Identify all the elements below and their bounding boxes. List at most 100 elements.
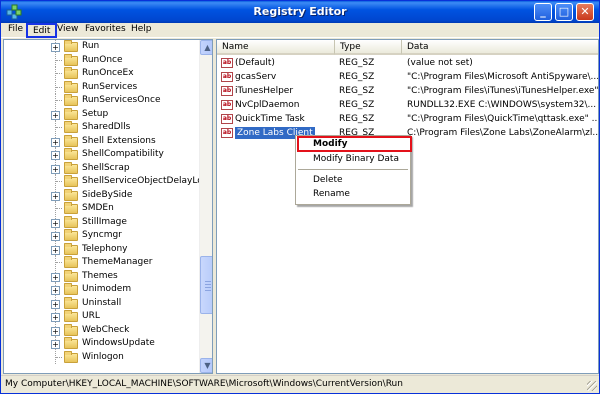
status-path: My Computer\HKEY_LOCAL_MACHINE\SOFTWARE\…	[5, 379, 403, 389]
tree-item-label: Themes	[82, 270, 118, 281]
tree-item[interactable]: + URL	[4, 310, 202, 323]
tree-item[interactable]: + WebCheck	[4, 323, 202, 337]
string-value-icon: ab	[221, 58, 233, 68]
tree-item-label: SMDEn	[82, 203, 114, 213]
value-type: REG_SZ	[339, 100, 375, 110]
expand-plus-icon[interactable]: +	[51, 286, 60, 295]
column-header-type[interactable]: Type	[335, 40, 402, 55]
status-bar: My Computer\HKEY_LOCAL_MACHINE\SOFTWARE\…	[1, 375, 599, 393]
scroll-down-arrow-icon[interactable]: ▼	[200, 358, 212, 373]
tree-item[interactable]: + Unimodem	[4, 283, 202, 296]
title-bar[interactable]: Registry Editor _ □ ✕	[1, 1, 599, 23]
expand-plus-icon[interactable]: +	[51, 232, 60, 241]
expand-plus-icon[interactable]: +	[51, 43, 60, 52]
column-header-data[interactable]: Data	[402, 40, 598, 55]
tree-item[interactable]: RunServicesOnce	[4, 94, 202, 107]
tree-item[interactable]: + StillImage	[4, 215, 202, 229]
tree-item-label: RunOnce	[82, 54, 123, 65]
resize-grip-icon[interactable]	[587, 381, 597, 391]
tree-line	[56, 59, 62, 61]
menu-favorites[interactable]: Favorites	[80, 23, 131, 38]
value-row[interactable]: ab (Default) REG_SZ (value not set)	[217, 57, 598, 69]
expand-plus-icon[interactable]: +	[51, 272, 60, 282]
folder-icon	[64, 310, 78, 322]
values-list-pane[interactable]: Name Type Data ab (Default) REG_SZ (value n…	[216, 39, 599, 374]
tree-item[interactable]: ShellServiceObjectDelayLoad	[4, 175, 212, 188]
tree-item-label: StillImage	[82, 216, 127, 227]
folder-icon	[64, 161, 78, 174]
value-row[interactable]: ab NvCplDaemon REG_SZ RUNDLL32.EXE C:\WINDO…	[217, 99, 598, 111]
value-row[interactable]: ab iTunesHelper REG_SZ "C:\Program Files\iT…	[217, 85, 598, 97]
expand-plus-icon[interactable]: +	[51, 313, 60, 322]
column-header-name[interactable]: Name	[217, 40, 335, 55]
tree-item[interactable]: + Shell Extensions	[4, 134, 202, 148]
menu-view[interactable]: View	[52, 23, 83, 38]
tree-item[interactable]: + Themes	[4, 269, 202, 283]
folder-icon	[64, 215, 78, 228]
expand-plus-icon[interactable]: +	[51, 326, 60, 336]
value-name: (Default)	[235, 58, 275, 68]
tree-item[interactable]: SMDEn	[4, 202, 202, 215]
context-menu-modify-binary-data[interactable]: Modify Binary Data	[296, 153, 410, 165]
tree-item[interactable]: RunServices	[4, 80, 202, 94]
tree-item-label: SideBySide	[82, 189, 133, 200]
context-menu-delete[interactable]: Delete	[296, 174, 410, 186]
tree-item[interactable]: + ShellCompatibility	[4, 148, 202, 161]
expand-plus-icon[interactable]: +	[51, 151, 60, 160]
folder-icon	[64, 242, 78, 255]
expand-plus-icon[interactable]: +	[51, 137, 60, 147]
tree-item-label: Run	[82, 41, 100, 51]
tree-item[interactable]: ThemeManager	[4, 256, 202, 269]
tree-item[interactable]: RunOnce	[4, 53, 202, 67]
expand-plus-icon[interactable]: +	[51, 299, 60, 309]
context-menu-rename[interactable]: Rename	[296, 188, 410, 200]
minimize-button[interactable]: _	[534, 3, 552, 21]
folder-icon	[64, 283, 78, 295]
expand-plus-icon[interactable]: +	[51, 191, 60, 201]
tree-item[interactable]: SharedDlls	[4, 121, 202, 134]
expand-plus-icon[interactable]: +	[51, 245, 60, 255]
string-value-icon: ab	[221, 100, 233, 110]
maximize-button[interactable]: □	[555, 3, 573, 21]
folder-icon	[64, 256, 78, 268]
tree-item-label: ShellCompatibility	[82, 149, 164, 159]
folder-icon	[64, 53, 78, 66]
menu-file[interactable]: File	[3, 23, 28, 38]
close-button[interactable]: ✕	[576, 3, 594, 21]
tree-item[interactable]: + SideBySide	[4, 188, 202, 202]
expand-plus-icon[interactable]: +	[51, 164, 60, 174]
scroll-up-arrow-icon[interactable]: ▲	[200, 40, 212, 55]
tree-item[interactable]: RunOnceEx	[4, 67, 202, 80]
folder-icon	[64, 148, 78, 160]
value-row[interactable]: ab QuickTime Task REG_SZ "C:\Program Files\…	[217, 113, 598, 125]
tree-item[interactable]: + Uninstall	[4, 296, 202, 310]
tree-item[interactable]: + Syncmgr	[4, 229, 202, 242]
string-value-icon: ab	[221, 72, 233, 82]
string-value-icon: ab	[221, 86, 233, 96]
tree-item-label: ShellScrap	[82, 162, 130, 173]
tree-item-label: Shell Extensions	[82, 135, 156, 146]
tree-item-label: ShellServiceObjectDelayLoad	[82, 176, 213, 186]
tree-scrollbar[interactable]: ▲ ▼	[199, 40, 212, 373]
expand-plus-icon[interactable]: +	[51, 340, 60, 349]
tree-item[interactable]: + Telephony	[4, 242, 202, 256]
tree-item-label: RunOnceEx	[82, 68, 134, 78]
value-row[interactable]: ab gcasServ REG_SZ "C:\Program Files\Micros…	[217, 71, 598, 83]
tree-item[interactable]: + Setup	[4, 107, 202, 121]
value-name: iTunesHelper	[235, 86, 294, 96]
tree-line	[56, 356, 62, 358]
tree-item[interactable]: + Run	[4, 40, 202, 53]
tree-item[interactable]: + WindowsUpdate	[4, 337, 202, 350]
value-data: "C:\Program Files\QuickTime\qttask.exe" …	[407, 114, 598, 124]
tree-item[interactable]: Winlogon	[4, 350, 202, 364]
expand-plus-icon[interactable]: +	[51, 218, 60, 228]
expand-plus-icon[interactable]: +	[51, 110, 60, 120]
folder-icon	[64, 134, 78, 147]
key-tree-pane[interactable]: + Run RunOnce RunOnceEx RunServices RunServic…	[3, 39, 213, 374]
menu-help[interactable]: Help	[126, 23, 157, 38]
tree-item-label: Setup	[82, 108, 109, 119]
tree-line	[56, 86, 62, 88]
folder-icon	[64, 107, 78, 120]
scroll-thumb[interactable]	[200, 256, 212, 314]
tree-item[interactable]: + ShellScrap	[4, 161, 202, 175]
